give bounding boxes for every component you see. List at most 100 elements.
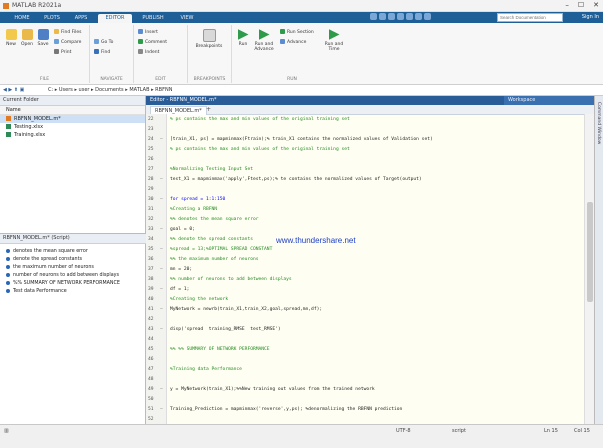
close-button[interactable]: ✕ xyxy=(593,1,599,9)
tab-editor[interactable]: EDITOR xyxy=(98,14,132,23)
ribbon-tab-bar: HOME PLOTS APPS EDITOR PUBLISH VIEW Sign… xyxy=(0,12,603,23)
code-line[interactable]: %Creating a RBFNN xyxy=(170,207,217,212)
line-number: 47 xyxy=(148,367,154,372)
code-line[interactable]: % ps contains the max and min values of … xyxy=(170,147,350,152)
sign-in-link[interactable]: Sign In xyxy=(582,13,599,22)
save-button[interactable]: Save xyxy=(36,29,50,47)
code-line[interactable]: Training_Prediction = mapminmax('reverse… xyxy=(170,407,402,412)
code-line[interactable]: MyNetwork = newrb(train_X1,train_X2,goal… xyxy=(170,307,322,312)
cut-quick-icon[interactable] xyxy=(379,13,386,20)
executable-line-marker[interactable]: – xyxy=(160,287,163,292)
details-panel-header: RBFNN_MODEL.m* (Script) xyxy=(0,234,146,244)
undo-quick-icon[interactable] xyxy=(406,13,413,20)
code-line[interactable]: %Creating the network xyxy=(170,297,228,302)
compare-button[interactable]: Compare xyxy=(54,39,81,45)
save-quick-icon[interactable] xyxy=(370,13,377,20)
collapsed-side-panel[interactable]: Command Window xyxy=(594,96,603,424)
code-line[interactable]: mn = 20; xyxy=(170,267,192,272)
indent-button[interactable]: Indent xyxy=(138,49,159,55)
mfile-icon xyxy=(6,116,11,121)
new-file-icon xyxy=(5,29,17,40)
file-item[interactable]: Training.xlsx xyxy=(0,131,145,139)
code-line[interactable]: for spread = 1:1:150 xyxy=(170,197,225,202)
line-number: 29 xyxy=(148,187,154,192)
list-item[interactable]: %% SUMMARY OF NETWORK PERFORMANCE xyxy=(0,280,146,288)
run-section-button[interactable]: Run Section xyxy=(280,29,314,35)
paste-quick-icon[interactable] xyxy=(397,13,404,20)
search-documentation-input[interactable] xyxy=(497,13,563,22)
list-item[interactable]: the maximum number of neurons xyxy=(0,264,146,272)
executable-line-marker[interactable]: – xyxy=(160,197,163,202)
new-button[interactable]: New xyxy=(4,29,18,47)
name-column-header[interactable]: Name xyxy=(0,106,145,115)
code-line[interactable]: [train_X1, ps] = mapminmax(Ftrain);% tra… xyxy=(170,137,433,142)
run-and-advance-button[interactable]: Run and Advance xyxy=(254,29,274,52)
copy-quick-icon[interactable] xyxy=(388,13,395,20)
comment-button[interactable]: Comment xyxy=(138,39,167,45)
go-to-icon xyxy=(94,39,99,44)
list-item[interactable]: number of neurons to add between display… xyxy=(0,272,146,280)
executable-line-marker[interactable]: – xyxy=(160,407,163,412)
maximize-button[interactable]: ☐ xyxy=(578,1,584,9)
code-line[interactable]: %% the maximum number of neurons xyxy=(170,257,259,262)
find-button[interactable]: Find xyxy=(94,49,110,55)
code-line[interactable]: %% %% SUMMARY OF NETWORK PERFORMANCE xyxy=(170,347,270,352)
navigation-arrows-icon[interactable]: ◀ ▶ ⬆ ▣ xyxy=(3,87,24,93)
tab-publish[interactable]: PUBLISH xyxy=(136,14,170,23)
open-button[interactable]: Open xyxy=(20,29,34,47)
file-item[interactable]: RBFNN_MODEL.m* xyxy=(0,115,145,123)
insert-button[interactable]: Insert xyxy=(138,29,158,35)
file-item[interactable]: Testing.xlsx xyxy=(0,123,145,131)
code-line[interactable]: %% denotes the mean square error xyxy=(170,217,259,222)
code-area[interactable]: % ps contains the max and min values of … xyxy=(166,114,584,424)
executable-line-marker[interactable]: – xyxy=(160,327,163,332)
code-line[interactable]: %Training data Performance xyxy=(170,367,242,372)
code-line[interactable]: df = 1; xyxy=(170,287,189,292)
save-icon xyxy=(37,29,49,40)
code-line[interactable]: %% denote the spread constants xyxy=(170,237,253,242)
executable-line-marker[interactable]: – xyxy=(160,307,163,312)
scrollbar-thumb[interactable] xyxy=(587,202,593,302)
code-line[interactable]: %% number of neurons to add between disp… xyxy=(170,277,292,282)
executable-line-marker[interactable]: – xyxy=(160,387,163,392)
code-line[interactable]: %Normalizing Testing Input Set xyxy=(170,167,253,172)
executable-line-marker[interactable]: – xyxy=(160,267,163,272)
executable-line-marker[interactable]: – xyxy=(160,177,163,182)
help-quick-icon[interactable] xyxy=(424,13,431,20)
new-tab-plus-icon[interactable]: + xyxy=(206,106,211,114)
go-to-button[interactable]: Go To xyxy=(94,39,113,45)
executable-line-marker[interactable]: – xyxy=(160,137,163,142)
tab-home[interactable]: HOME xyxy=(8,14,36,23)
tab-view[interactable]: VIEW xyxy=(174,14,200,23)
find-files-button[interactable]: Find Files xyxy=(54,29,82,35)
list-item[interactable]: denote the spread constants xyxy=(0,256,146,264)
code-line[interactable]: % ps contains the max and min values of … xyxy=(170,117,350,122)
executable-line-marker[interactable]: – xyxy=(160,227,163,232)
tab-apps[interactable]: APPS xyxy=(68,14,94,23)
code-line[interactable]: goal = 0; xyxy=(170,227,195,232)
executable-line-marker[interactable]: – xyxy=(160,247,163,252)
line-number: 24 xyxy=(148,137,154,142)
current-path[interactable]: C: ▸ Users ▸ user ▸ Documents ▸ MATLAB ▸… xyxy=(48,87,172,93)
code-line[interactable]: disp('spread training_RMSE test_RMSE') xyxy=(170,327,281,332)
line-number: 33 xyxy=(148,227,154,232)
minimize-button[interactable]: – xyxy=(565,1,569,9)
code-line[interactable]: test_X1 = mapminmax('apply',Ftest,ps);% … xyxy=(170,177,422,182)
excel-file-icon xyxy=(6,132,11,137)
run-button[interactable]: Run xyxy=(236,29,250,47)
advance-button[interactable]: Advance xyxy=(280,39,306,45)
folder-icon xyxy=(21,29,33,40)
code-line[interactable]: %spread = 13;%OPTIMAL SPREAD CONSTANT xyxy=(170,247,272,252)
current-folder-pane: Current Folder Name RBFNN_MODEL.m* Testi… xyxy=(0,96,146,424)
list-item[interactable]: Test data Performance xyxy=(0,288,146,296)
details-panel: RBFNN_MODEL.m* (Script) denotes the mean… xyxy=(0,233,146,425)
tab-plots[interactable]: PLOTS xyxy=(38,14,66,23)
redo-quick-icon[interactable] xyxy=(415,13,422,20)
run-group-label: RUN xyxy=(287,77,297,82)
code-line[interactable]: y = MyNetwork(train_X1);%%New training o… xyxy=(170,387,375,392)
print-button[interactable]: Print xyxy=(54,49,71,55)
list-item[interactable]: denotes the mean square error xyxy=(0,248,146,256)
workspace-header[interactable]: Workspace xyxy=(504,96,594,105)
breakpoints-button[interactable]: Breakpoints xyxy=(194,29,224,49)
run-and-time-button[interactable]: Run and Time xyxy=(322,29,346,52)
